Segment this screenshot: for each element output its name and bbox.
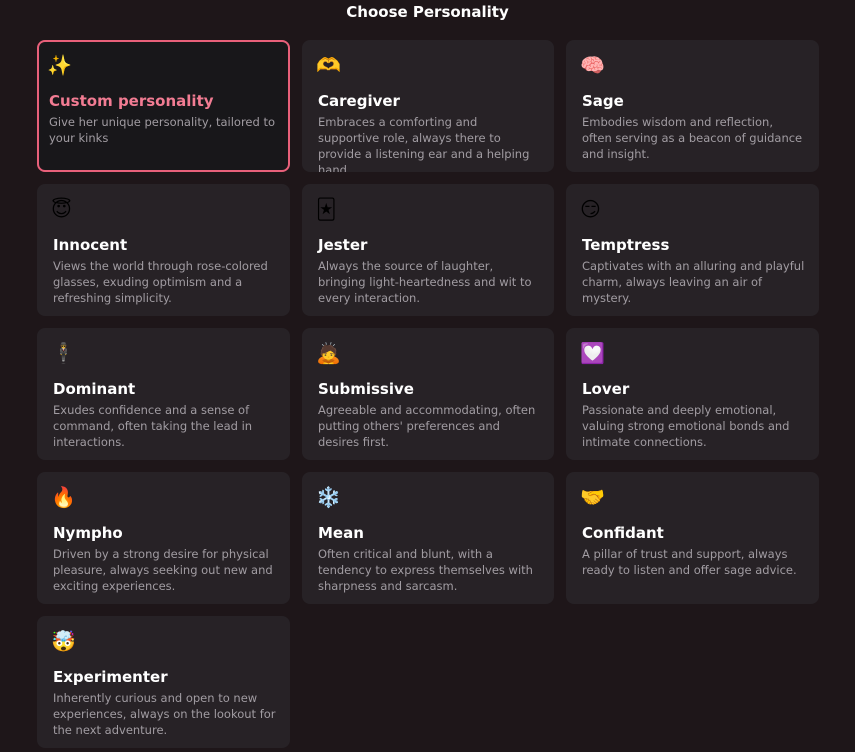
card-title: Mean: [318, 524, 364, 542]
card-title: Sage: [582, 92, 624, 110]
page-title: Choose Personality: [346, 3, 509, 21]
personality-card-dominant[interactable]: 🕴 Dominant Exudes confidence and a sense…: [37, 328, 290, 460]
card-description: Captivates with an alluring and playful …: [582, 259, 805, 305]
brain-icon: 🧠: [580, 53, 605, 77]
card-description: Often critical and blunt, with a tendenc…: [318, 547, 533, 593]
card-title: Submissive: [318, 380, 414, 398]
personality-card-lover[interactable]: 💟 Lover Passionate and deeply emotional,…: [566, 328, 819, 460]
personality-card-temptress[interactable]: 😏 Temptress Captivates with an alluring …: [566, 184, 819, 316]
card-title: Caregiver: [318, 92, 400, 110]
personality-card-experimenter[interactable]: 🤯 Experimenter Inherently curious and op…: [37, 616, 290, 748]
personality-card-mean[interactable]: ❄️ Mean Often critical and blunt, with a…: [302, 472, 554, 604]
card-description: Passionate and deeply emotional, valuing…: [582, 403, 790, 449]
card-description: Always the source of laughter, bringing …: [318, 259, 532, 305]
personality-card-nympho[interactable]: 🔥 Nympho Driven by a strong desire for p…: [37, 472, 290, 604]
sparkles-icon: ✨: [47, 53, 72, 77]
personality-card-caregiver[interactable]: 🫶 Caregiver Embraces a comforting and su…: [302, 40, 554, 172]
card-description: A pillar of trust and support, always re…: [582, 547, 797, 577]
card-title: Experimenter: [53, 668, 168, 686]
heart-hands-icon: 🫶: [316, 53, 341, 77]
smirk-icon: 😏: [580, 197, 601, 221]
card-title: Confidant: [582, 524, 664, 542]
dominant-figure-icon: 🕴: [51, 341, 76, 365]
card-title: Custom personality: [49, 92, 214, 110]
card-description: Agreeable and accommodating, often putti…: [318, 403, 536, 449]
personality-card-sage[interactable]: 🧠 Sage Embodies wisdom and reflection, o…: [566, 40, 819, 172]
bowing-icon: 🙇: [316, 341, 341, 365]
jester-icon: 🃏: [316, 197, 337, 221]
card-description: Views the world through rose-colored gla…: [53, 259, 268, 305]
card-title: Temptress: [582, 236, 670, 254]
card-title: Lover: [582, 380, 630, 398]
personality-card-jester[interactable]: 🃏 Jester Always the source of laughter, …: [302, 184, 554, 316]
angel-icon: 😇: [51, 197, 72, 221]
mind-blown-icon: 🤯: [51, 629, 76, 653]
card-title: Dominant: [53, 380, 136, 398]
personality-card-innocent[interactable]: 😇 Innocent Views the world through rose-…: [37, 184, 290, 316]
card-description: Embraces a comforting and supportive rol…: [318, 115, 530, 172]
card-description: Inherently curious and open to new exper…: [53, 691, 276, 737]
card-description: Exudes confidence and a sense of command…: [53, 403, 253, 449]
personality-card-submissive[interactable]: 🙇 Submissive Agreeable and accommodating…: [302, 328, 554, 460]
fire-icon: 🔥: [51, 485, 76, 509]
card-title: Innocent: [53, 236, 128, 254]
snowflake-icon: ❄️: [316, 485, 341, 509]
handshake-icon: 🤝: [580, 485, 605, 509]
card-title: Jester: [318, 236, 368, 254]
card-description: Give her unique personality, tailored to…: [49, 115, 275, 145]
personality-card-custom[interactable]: ✨ Custom personality Give her unique per…: [37, 40, 290, 172]
card-description: Embodies wisdom and reflection, often se…: [582, 115, 803, 161]
card-description: Driven by a strong desire for physical p…: [53, 547, 273, 593]
card-title: Nympho: [53, 524, 123, 542]
personality-card-confidant[interactable]: 🤝 Confidant A pillar of trust and suppor…: [566, 472, 819, 604]
heart-bubble-icon: 💟: [580, 341, 605, 365]
personality-grid: ✨ Custom personality Give her unique per…: [37, 40, 819, 748]
